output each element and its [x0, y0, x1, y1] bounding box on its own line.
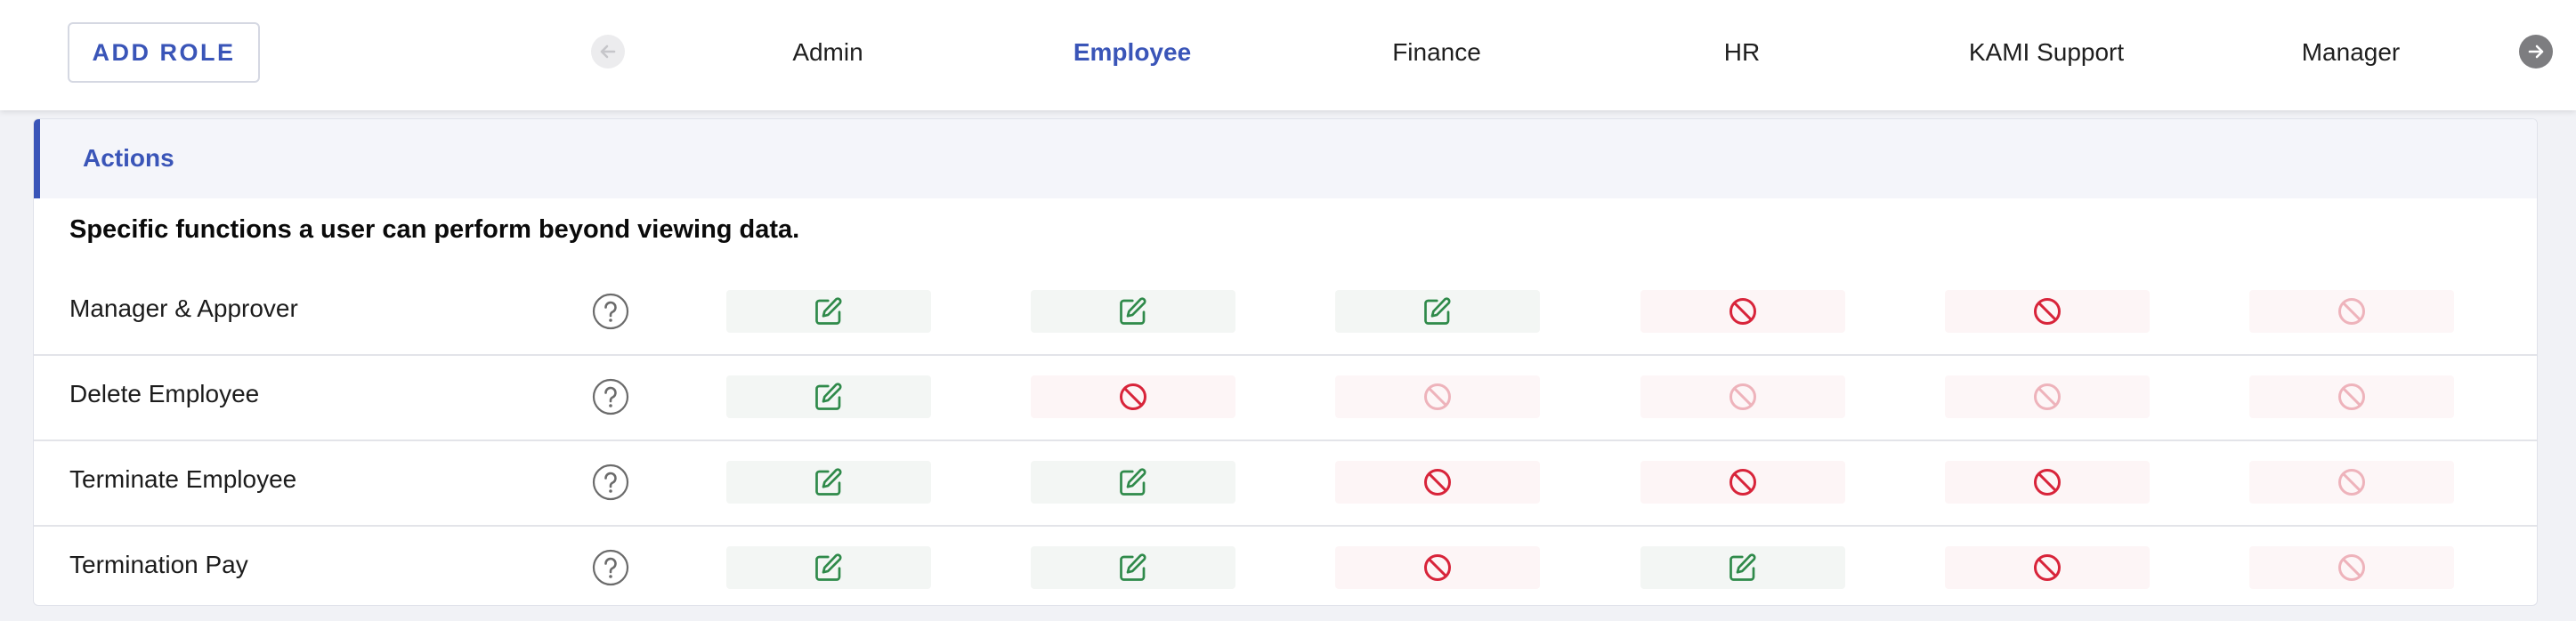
ban-icon: [2034, 469, 2061, 496]
permission-toggle-employee[interactable]: [1031, 290, 1235, 333]
edit-icon: [815, 297, 842, 325]
permission-toggle-hr[interactable]: [1640, 461, 1845, 504]
permission-toggle-admin[interactable]: [726, 461, 931, 504]
permission-toggle-kami-support[interactable]: [1945, 290, 2150, 333]
edit-icon: [1729, 553, 1756, 581]
permission-label: Terminate Employee: [69, 465, 297, 493]
ban-icon: [1729, 298, 1756, 325]
question-circle-icon: [592, 293, 629, 330]
permission-toggle-admin[interactable]: [726, 546, 931, 589]
permission-toggle-manager: [2249, 461, 2454, 504]
permission-toggle-manager: [2249, 375, 2454, 418]
ban-icon: [2034, 298, 2061, 325]
help-button[interactable]: [592, 549, 629, 586]
edit-icon: [1120, 468, 1146, 496]
permission-row-manager-and-approver: Manager & Approver: [34, 269, 2537, 356]
permission-label: Manager & Approver: [69, 294, 298, 322]
permission-toggle-employee[interactable]: [1031, 461, 1235, 504]
question-circle-icon: [592, 378, 629, 415]
permission-toggle-finance[interactable]: [1335, 290, 1540, 333]
edit-icon: [815, 383, 842, 410]
help-button[interactable]: [592, 378, 629, 415]
next-roles-button[interactable]: [2519, 35, 2553, 69]
edit-icon: [815, 553, 842, 581]
ban-icon-disabled: [2338, 383, 2365, 410]
ban-icon: [1120, 383, 1146, 410]
ban-icon: [2034, 554, 2061, 581]
permission-toggle-manager: [2249, 546, 2454, 589]
question-circle-icon: [592, 549, 629, 586]
permission-toggle-hr[interactable]: [1640, 546, 1845, 589]
permission-row-termination-pay: Termination Pay: [34, 525, 2537, 605]
role-tab-manager[interactable]: Manager: [2244, 34, 2458, 71]
permission-toggle-employee[interactable]: [1031, 546, 1235, 589]
ban-icon-disabled: [2338, 554, 2365, 581]
permission-label: Delete Employee: [69, 380, 260, 407]
permission-toggle-kami-support: [1945, 375, 2150, 418]
permission-row-terminate-employee: Terminate Employee: [34, 440, 2537, 527]
role-tab-admin[interactable]: Admin: [721, 34, 935, 71]
role-tab-finance[interactable]: Finance: [1330, 34, 1543, 71]
role-tab-hr[interactable]: HR: [1635, 34, 1849, 71]
permission-toggle-hr[interactable]: [1640, 290, 1845, 333]
permission-label: Termination Pay: [69, 551, 248, 578]
ban-icon-disabled: [1424, 383, 1451, 410]
previous-roles-button[interactable]: [591, 35, 625, 69]
section-description: Specific functions a user can perform be…: [69, 215, 800, 244]
help-button[interactable]: [592, 293, 629, 330]
permission-toggle-hr: [1640, 375, 1845, 418]
edit-icon: [1120, 553, 1146, 581]
permission-toggle-kami-support[interactable]: [1945, 461, 2150, 504]
edit-icon: [815, 468, 842, 496]
permission-toggle-admin[interactable]: [726, 375, 931, 418]
arrow-right-icon: [2528, 44, 2544, 59]
permission-toggle-finance[interactable]: [1335, 546, 1540, 589]
role-tab-kami-support[interactable]: KAMI Support: [1940, 34, 2153, 71]
ban-icon-disabled: [2034, 383, 2061, 410]
ban-icon-disabled: [1729, 383, 1756, 410]
ban-icon-disabled: [2338, 298, 2365, 325]
permission-toggle-manager: [2249, 290, 2454, 333]
section-title: Actions: [83, 144, 174, 172]
permission-toggle-admin[interactable]: [726, 290, 931, 333]
ban-icon: [1424, 469, 1451, 496]
permission-toggle-finance: [1335, 375, 1540, 418]
help-button[interactable]: [592, 464, 629, 501]
edit-icon: [1424, 297, 1451, 325]
ban-icon: [1424, 554, 1451, 581]
question-circle-icon: [592, 464, 629, 501]
arrow-left-icon: [600, 44, 616, 59]
role-toolbar: ADD ROLE Admin Employee Finance HR KAMI Supp…: [0, 0, 2576, 110]
permission-toggle-finance[interactable]: [1335, 461, 1540, 504]
ban-icon: [1729, 469, 1756, 496]
permission-toggle-kami-support[interactable]: [1945, 546, 2150, 589]
add-role-button[interactable]: ADD ROLE: [68, 22, 260, 83]
permission-row-delete-employee: Delete Employee: [34, 354, 2537, 441]
actions-card: Actions Specific functions a user can pe…: [33, 118, 2538, 606]
permission-toggle-employee[interactable]: [1031, 375, 1235, 418]
role-tab-employee[interactable]: Employee: [1025, 34, 1239, 71]
edit-icon: [1120, 297, 1146, 325]
ban-icon-disabled: [2338, 469, 2365, 496]
section-header: Actions: [34, 119, 2537, 198]
